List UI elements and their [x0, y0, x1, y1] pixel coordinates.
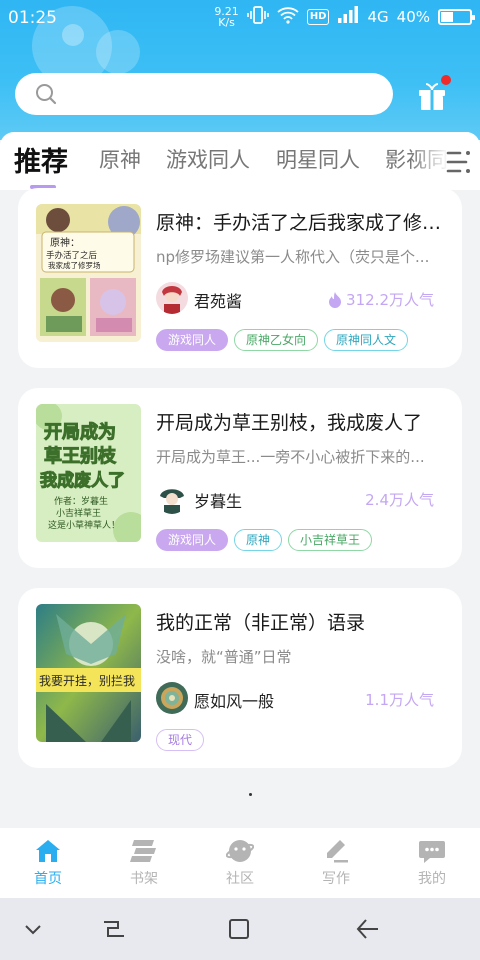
popularity: 2.4万人气	[365, 489, 434, 510]
network-type: 4G	[367, 8, 389, 26]
status-time: 01:25	[8, 8, 57, 28]
back-key-icon[interactable]	[356, 918, 380, 940]
vibrate-icon	[247, 6, 269, 28]
tag[interactable]: 现代	[156, 729, 205, 751]
hd-badge: HD	[306, 9, 330, 25]
tag[interactable]: 原神同人文	[324, 329, 409, 351]
tab-game-fanfic[interactable]: 游戏同人	[166, 144, 250, 174]
book-description: 没啥，就“普通”日常	[156, 648, 292, 666]
flame-icon	[329, 292, 342, 308]
svg-text:作者：岁暮生: 作者：岁暮生	[54, 495, 108, 507]
menu-key-icon[interactable]	[102, 918, 126, 940]
tag[interactable]: 原神乙女向	[234, 329, 319, 351]
book-description: np修罗场建议第一人称代入（荧只是个...	[156, 248, 430, 266]
tab-menu-icon[interactable]	[446, 150, 474, 174]
tag-list: 游戏同人 原神 小吉祥草王	[156, 529, 373, 551]
bookshelf-icon	[130, 840, 156, 862]
popularity: 1.1万人气	[365, 689, 434, 710]
nav-community-label: 社区	[226, 871, 254, 887]
notification-dot	[441, 75, 451, 85]
author-name[interactable]: 愿如风一般	[194, 688, 274, 712]
nav-bookshelf-label: 书架	[130, 871, 158, 887]
community-icon	[226, 840, 254, 862]
author-avatar	[156, 282, 188, 314]
status-bar: 01:25 9.21 K/s HD 4G 40%	[0, 0, 480, 36]
svg-text:原神：: 原神：	[50, 236, 80, 249]
author-avatar	[156, 682, 188, 714]
svg-text:我成废人了: 我成废人了	[40, 470, 125, 491]
tag[interactable]: 原神	[234, 529, 283, 551]
author-name[interactable]: 岁暮生	[194, 488, 242, 512]
decorative-bubble	[96, 30, 140, 74]
book-description: 开局成为草王...一旁不小心被折下来的...	[156, 448, 425, 466]
svg-text:我要开挂，别拦我: 我要开挂，别拦我	[39, 674, 135, 688]
book-cover: 原神： 手办活了之后 我家成了修罗场	[36, 204, 141, 342]
profile-icon	[419, 841, 445, 863]
battery-level	[441, 12, 453, 22]
battery-percent: 40%	[396, 8, 430, 26]
net-speed: 9.21 K/s	[214, 6, 239, 28]
write-icon	[327, 840, 348, 863]
tag[interactable]: 游戏同人	[156, 529, 229, 551]
nav-bookshelf[interactable]: 书架	[114, 838, 174, 888]
home-key-icon[interactable]	[228, 918, 250, 940]
svg-text:草王别枝: 草王别枝	[44, 445, 117, 467]
nav-profile-label: 我的	[418, 871, 446, 887]
popularity-count: 2.4万人气	[365, 491, 434, 509]
tab-celebrity-fanfic[interactable]: 明星同人	[276, 144, 360, 174]
tag-list: 游戏同人 原神乙女向 原神同人文	[156, 329, 409, 351]
nav-write[interactable]: 写作	[306, 838, 366, 888]
nav-write-label: 写作	[322, 871, 350, 887]
author-avatar	[156, 482, 188, 514]
tag-list: 现代	[156, 729, 205, 751]
book-card[interactable]: 开局成为 草王别枝 我成废人了 作者：岁暮生 小吉祥草王 这是小草神草人！ 开局…	[18, 388, 462, 568]
search-bar[interactable]	[15, 73, 393, 115]
net-speed-unit: K/s	[218, 16, 235, 29]
nav-home-label: 首页	[34, 871, 62, 887]
search-icon	[36, 84, 57, 105]
svg-text:手办活了之后: 手办活了之后	[46, 250, 98, 261]
tab-genshin[interactable]: 原神	[99, 144, 141, 174]
popularity-count: 312.2万人气	[346, 291, 434, 309]
popularity: 312.2万人气	[328, 289, 434, 310]
loading-indicator	[249, 793, 252, 796]
svg-text:这是小草神草人！: 这是小草神草人！	[48, 519, 120, 531]
book-card[interactable]: 我要开挂，别拦我 我的正常（非正常）语录 没啥，就“普通”日常 愿如风一般 1.…	[18, 588, 462, 768]
svg-text:小吉祥草王: 小吉祥草王	[56, 507, 101, 519]
signal-icon	[337, 6, 359, 28]
bottom-navigation: 首页 书架 社区 写作 我的	[0, 828, 480, 898]
popularity-count: 1.1万人气	[365, 691, 434, 709]
wifi-icon	[277, 6, 299, 28]
category-tabs: 推荐 原神 游戏同人 明星同人 影视同人	[0, 132, 480, 190]
home-icon	[36, 840, 60, 862]
header: 01:25 9.21 K/s HD 4G 40%	[0, 0, 480, 140]
tag[interactable]: 游戏同人	[156, 329, 229, 351]
collapse-chevron-icon[interactable]	[22, 918, 44, 940]
author-name[interactable]: 君苑酱	[194, 288, 242, 312]
book-cover: 我要开挂，别拦我	[36, 604, 141, 742]
book-title[interactable]: 开局成为草王别枝，我成废人了	[156, 408, 446, 435]
tab-recommend[interactable]: 推荐	[14, 140, 68, 179]
svg-text:我家成了修罗场: 我家成了修罗场	[48, 260, 101, 270]
book-title[interactable]: 我的正常（非正常）语录	[156, 608, 446, 635]
book-title[interactable]: 原神：手办活了之后我家成了修罗场	[156, 208, 446, 235]
tag[interactable]: 小吉祥草王	[288, 529, 373, 551]
nav-community[interactable]: 社区	[210, 838, 270, 888]
battery-icon	[438, 9, 475, 25]
system-navigation-bar	[0, 898, 480, 960]
nav-home[interactable]: 首页	[18, 838, 78, 888]
book-cover: 开局成为 草王别枝 我成废人了 作者：岁暮生 小吉祥草王 这是小草神草人！	[36, 404, 141, 542]
gift-icon	[419, 83, 445, 110]
svg-text:开局成为: 开局成为	[44, 421, 116, 443]
book-card[interactable]: 原神： 手办活了之后 我家成了修罗场 原神：手办活了之后我家成了修罗场 np修罗…	[18, 188, 462, 368]
gift-button[interactable]	[416, 75, 451, 112]
nav-profile[interactable]: 我的	[402, 838, 462, 888]
